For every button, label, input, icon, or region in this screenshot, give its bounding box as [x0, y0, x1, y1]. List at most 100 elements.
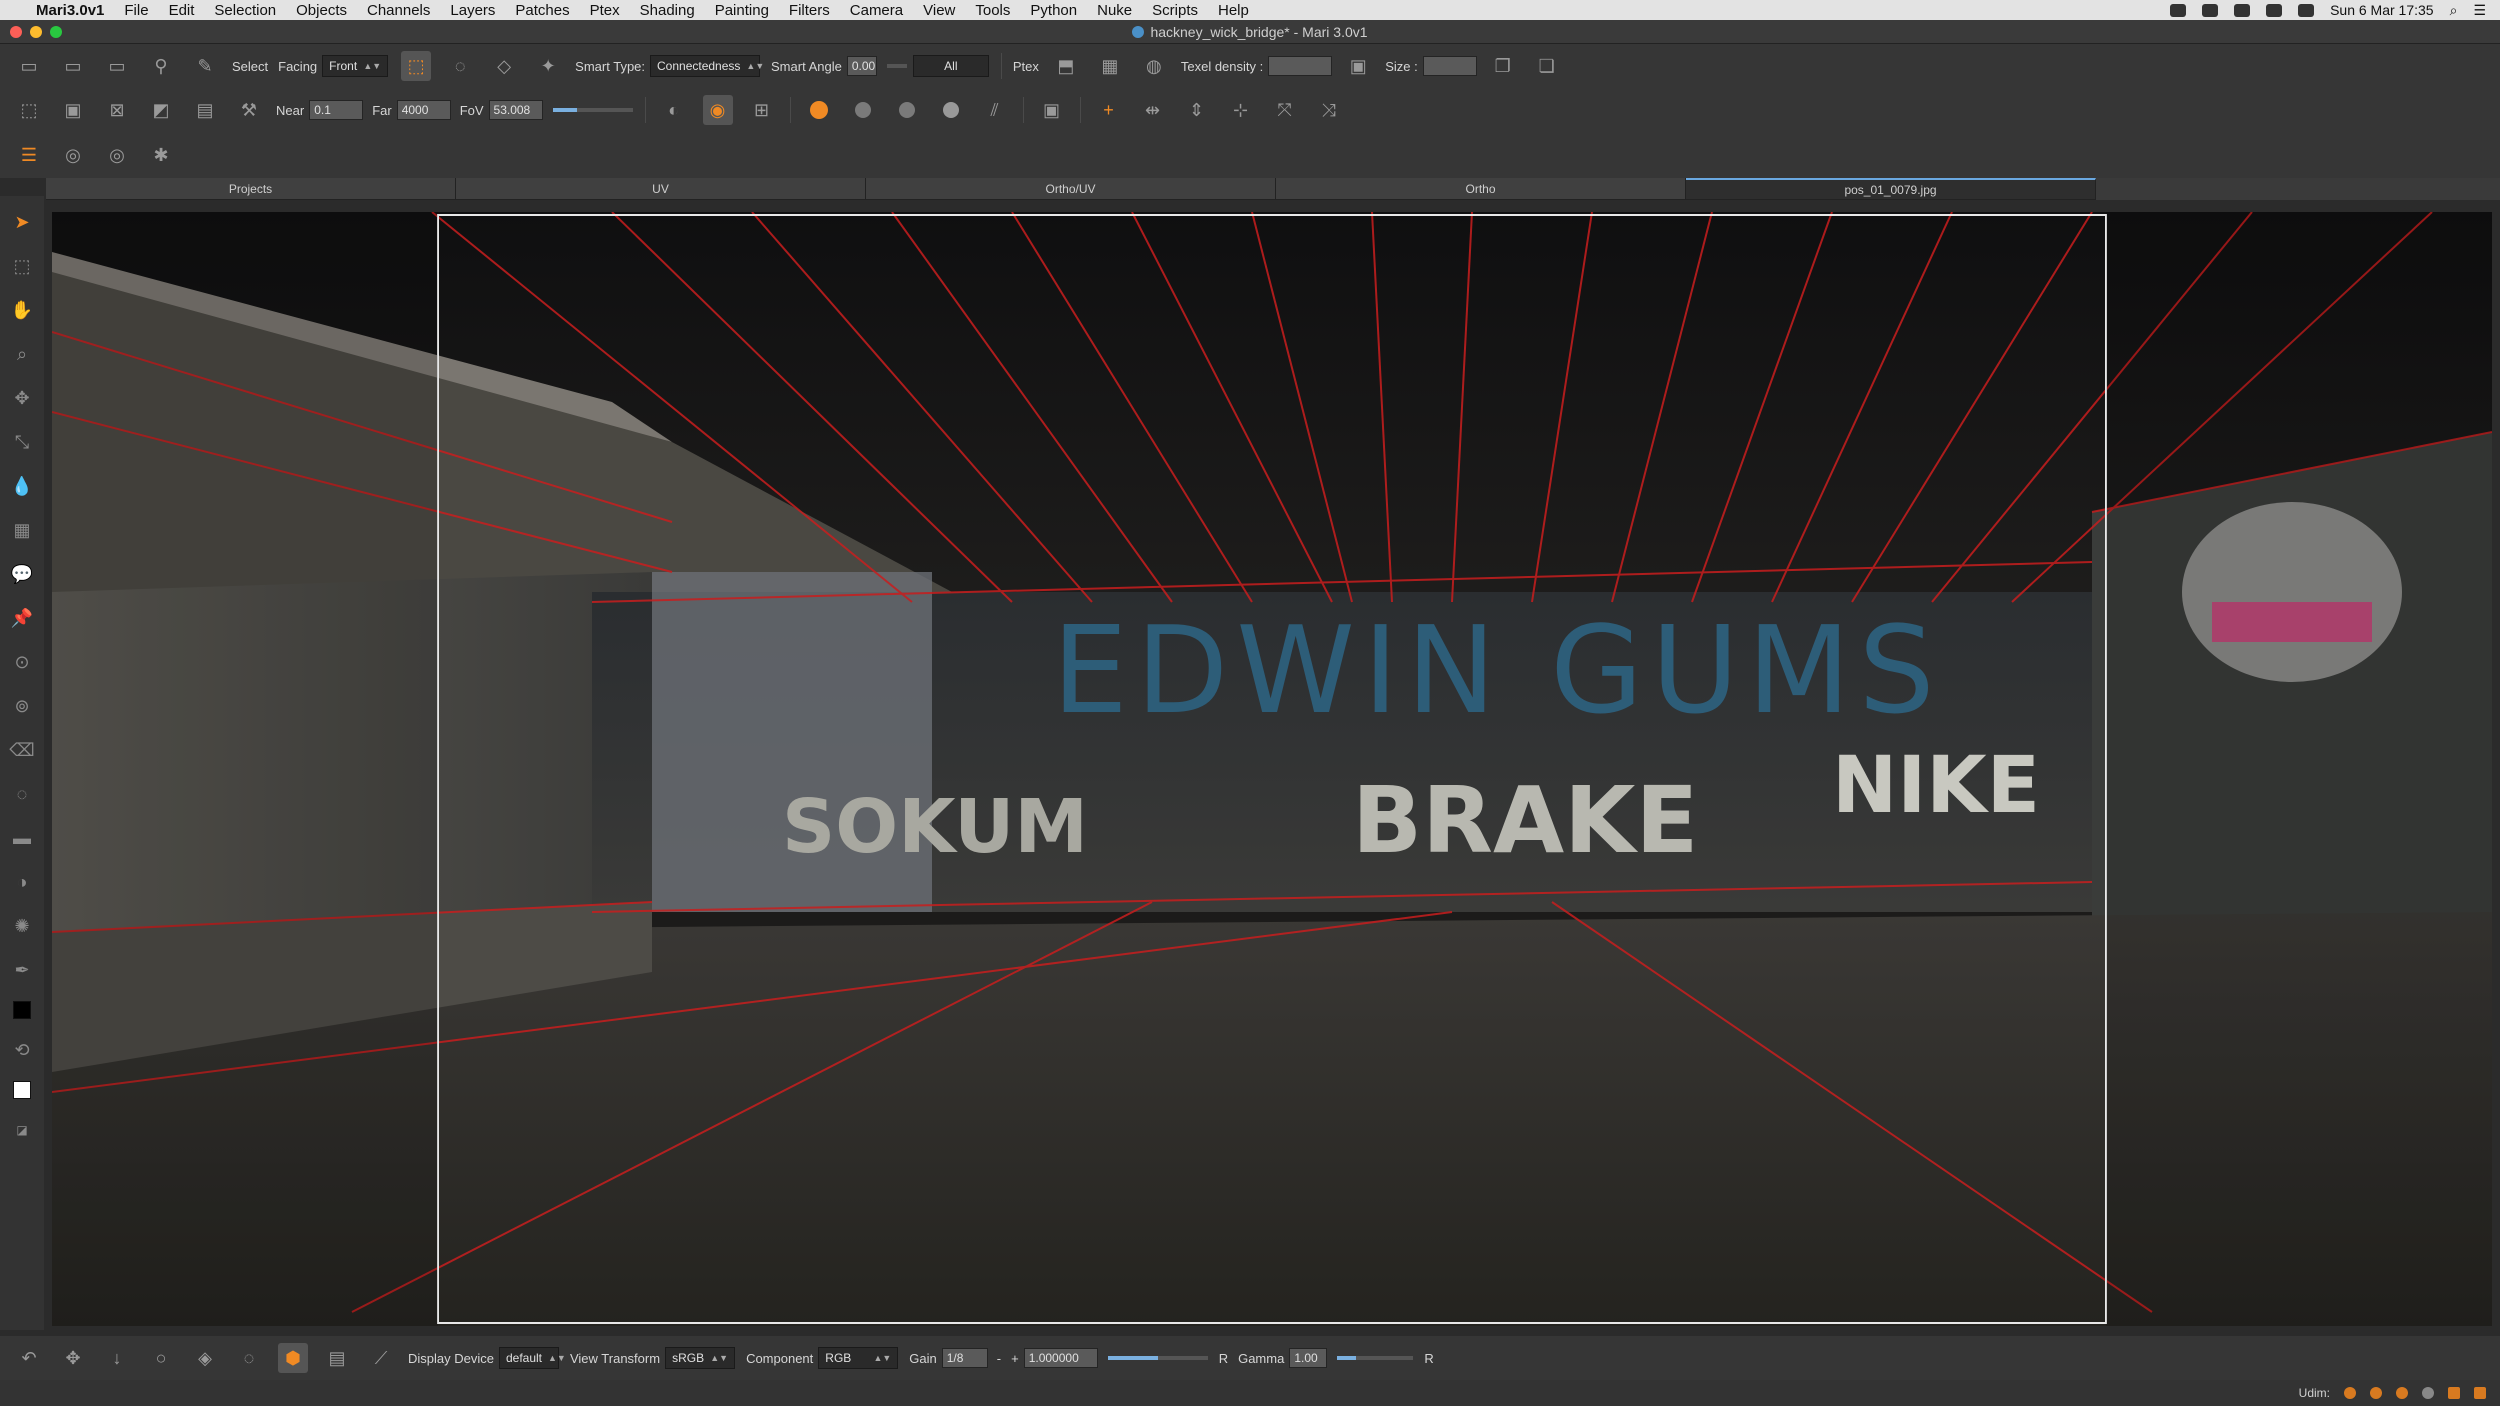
background-color-swatch[interactable] [13, 1081, 31, 1099]
smart-type-dropdown[interactable]: Connectedness ▲▼ [650, 55, 764, 77]
component-dropdown[interactable]: RGB ▲▼ [818, 1347, 899, 1369]
eraser-icon[interactable]: ⌫ [7, 735, 37, 765]
link-icon[interactable]: ⚲ [146, 51, 176, 81]
minimize-window-button[interactable] [30, 26, 42, 38]
eye-icon[interactable]: ◎ [58, 140, 88, 170]
search-icon[interactable]: ⌕ [2450, 2, 2458, 19]
mirror-x-icon[interactable]: ⇹ [1138, 95, 1168, 125]
menu-painting[interactable]: Painting [715, 2, 769, 19]
tab-ortho-uv[interactable]: Ortho/UV [866, 178, 1276, 200]
transform-a-icon[interactable]: ⤧ [1270, 95, 1300, 125]
menu-tools[interactable]: Tools [975, 2, 1010, 19]
transform-icon[interactable]: ⤡ [7, 427, 37, 457]
menu-help[interactable]: Help [1218, 2, 1249, 19]
down-arrow-icon[interactable]: ↓ [102, 1343, 132, 1373]
menu-selection[interactable]: Selection [214, 2, 276, 19]
scale-icon[interactable]: ◈ [190, 1343, 220, 1373]
paint-through-icon[interactable]: ◐ [659, 95, 689, 125]
camera-box-icon[interactable]: ⬚ [14, 95, 44, 125]
status-icon[interactable] [2266, 3, 2283, 17]
shader-lit-icon[interactable] [892, 95, 922, 125]
status-indicator-icon[interactable] [2422, 1387, 2434, 1399]
gain-plus-button[interactable]: + [1011, 1351, 1019, 1366]
settings-icon[interactable]: ✱ [146, 140, 176, 170]
fov-input[interactable]: 53.008 [488, 100, 543, 120]
speech-icon[interactable]: 💬 [7, 559, 37, 589]
swap-colors-icon[interactable]: ⟲ [7, 1035, 37, 1065]
paint-mode-icon[interactable]: ☰ [14, 140, 44, 170]
undo-icon[interactable]: ↶ [14, 1343, 44, 1373]
move-icon[interactable]: ✥ [7, 383, 37, 413]
gain-float-input[interactable]: 1.000000 [1023, 1348, 1098, 1368]
pin-icon[interactable]: 📌 [7, 603, 37, 633]
default-colors-icon[interactable]: ◪ [7, 1115, 37, 1145]
menu-file[interactable]: File [124, 2, 148, 19]
hex-mode-icon[interactable]: ⬢ [278, 1343, 308, 1373]
far-input[interactable]: 4000 [396, 100, 451, 120]
status-icon[interactable] [2234, 3, 2251, 17]
paint-buffer-icon[interactable]: ◉ [702, 95, 733, 125]
ptex-grid-icon[interactable]: ▦ [1095, 51, 1125, 81]
menu-camera[interactable]: Camera [850, 2, 903, 19]
menu-shading[interactable]: Shading [640, 2, 695, 19]
menu-ptex[interactable]: Ptex [590, 2, 620, 19]
paint-viewport[interactable]: EDWIN GUMS BRAKE NIKE SOKUM [52, 212, 2492, 1326]
save-file-icon[interactable]: ▭ [102, 51, 132, 81]
mirror-y-icon[interactable]: ⇕ [1182, 95, 1212, 125]
menu-python[interactable]: Python [1030, 2, 1077, 19]
layers-icon[interactable]: ◩ [146, 95, 176, 125]
move-tool-icon[interactable]: ✥ [58, 1343, 88, 1373]
transform-b-icon[interactable]: ⤨ [1314, 95, 1344, 125]
gradient-icon[interactable]: ▬ [7, 823, 37, 853]
wifi-icon[interactable] [2298, 3, 2315, 17]
stamp-icon[interactable]: ⊚ [7, 691, 37, 721]
projector-icon[interactable]: ⊠ [102, 95, 132, 125]
gamma-input[interactable]: 1.00 [1289, 1348, 1328, 1368]
new-file-icon[interactable]: ▭ [14, 51, 44, 81]
ptex-resize-icon[interactable]: ⬒ [1051, 51, 1081, 81]
status-icon[interactable] [2170, 3, 2187, 17]
drop-icon[interactable]: 💧 [7, 471, 37, 501]
wand-icon[interactable]: ⚒ [234, 95, 264, 125]
zoom-icon[interactable]: ⌕ [7, 339, 37, 369]
bar-chart-icon[interactable] [2448, 1387, 2460, 1399]
tab-uv[interactable]: UV [456, 178, 866, 200]
menu-clock[interactable]: Sun 6 Mar 17:35 [2330, 2, 2434, 18]
smart-select-icon[interactable]: ✦ [533, 51, 563, 81]
blur-icon[interactable]: ◌ [7, 779, 37, 809]
paste-icon[interactable]: ❏ [1532, 51, 1562, 81]
foreground-color-swatch[interactable] [13, 1001, 31, 1019]
clipboard-icon[interactable]: ▤ [322, 1343, 352, 1373]
texel-density-apply-icon[interactable]: ▣ [1343, 51, 1373, 81]
polygon-select-icon[interactable]: ◇ [489, 51, 519, 81]
gain-slider[interactable] [1107, 1356, 1208, 1360]
bookmark-icon[interactable] [2474, 1387, 2486, 1399]
zoom-window-button[interactable] [50, 26, 62, 38]
gamma-reset-button[interactable]: R [1424, 1351, 1433, 1366]
tab-ortho[interactable]: Ortho [1276, 178, 1686, 200]
status-indicator-icon[interactable] [2396, 1387, 2408, 1399]
open-file-icon[interactable]: ▭ [58, 51, 88, 81]
globe-icon[interactable]: ◍ [1139, 51, 1169, 81]
shader-flat-icon[interactable] [804, 95, 834, 125]
near-input[interactable]: 0.1 [309, 100, 364, 120]
app-name-menu[interactable]: Mari3.0v1 [36, 2, 104, 19]
copy-icon[interactable]: ❐ [1488, 51, 1518, 81]
view-transform-dropdown[interactable]: sRGB ▲▼ [665, 1347, 736, 1369]
bake-icon[interactable]: ⊞ [747, 95, 777, 125]
wireframe-icon[interactable]: ⫽ [980, 95, 1010, 125]
brush-icon[interactable]: ✎ [190, 51, 220, 81]
menu-filters[interactable]: Filters [789, 2, 830, 19]
status-icon[interactable] [2202, 3, 2219, 17]
film-icon[interactable]: ▤ [190, 95, 220, 125]
smudge-icon[interactable]: ◑ [7, 867, 37, 897]
circle-select-icon[interactable]: ◌ [234, 1343, 264, 1373]
menu-view[interactable]: View [923, 2, 955, 19]
tab-pos-01-0079-jpg[interactable]: pos_01_0079.jpg [1686, 178, 2096, 200]
size-input[interactable] [1422, 56, 1477, 76]
marquee-icon[interactable]: ⬚ [7, 251, 37, 281]
menu-edit[interactable]: Edit [169, 2, 195, 19]
eyedropper-icon[interactable]: ✒ [7, 955, 37, 985]
facing-dropdown[interactable]: Front ▲▼ [322, 55, 389, 77]
sparkle-icon[interactable]: ✺ [7, 911, 37, 941]
